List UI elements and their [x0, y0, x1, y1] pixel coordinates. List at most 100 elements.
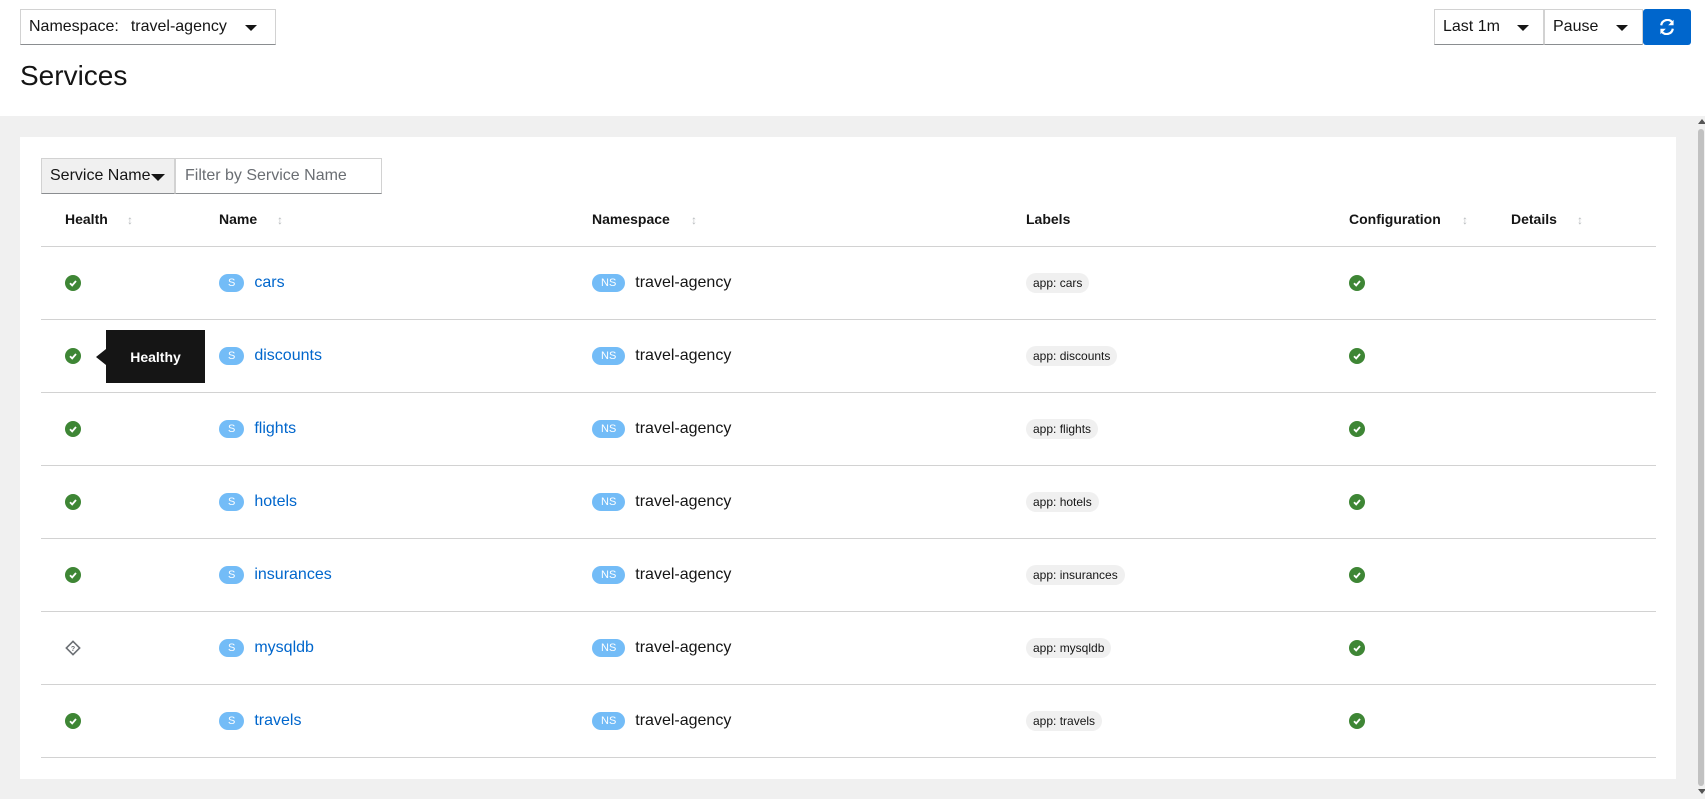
namespace-badge: NS — [592, 493, 626, 511]
column-header-health[interactable]: Health ↕ — [65, 211, 133, 227]
column-header-namespace-label: Namespace — [592, 211, 670, 227]
table-row: ? Smysqldb NS travel-agency app: mysqldb — [41, 612, 1656, 685]
configuration-cell — [1349, 685, 1365, 757]
labels-cell: app: hotels — [1026, 466, 1099, 538]
sort-icon: ↕ — [127, 213, 133, 227]
namespace-badge: NS — [592, 274, 626, 292]
time-range-select[interactable]: Last 1m — [1434, 9, 1544, 45]
config-valid-icon[interactable] — [1349, 275, 1365, 291]
filter-type-value: Service Name — [50, 167, 151, 184]
table-row: Sinsurances NS travel-agency app: insurance… — [41, 539, 1656, 612]
service-link[interactable]: travels — [254, 712, 301, 730]
namespace-badge: NS — [592, 420, 626, 438]
namespace-cell: NS travel-agency — [592, 685, 731, 757]
health-cell — [65, 247, 81, 319]
table-row: Sdiscounts NS travel-agency app: discounts — [41, 320, 1656, 393]
name-cell: Sinsurances — [219, 539, 332, 611]
labels-cell: app: travels — [1026, 685, 1103, 757]
caret-down-icon — [151, 174, 165, 181]
namespace-badge: NS — [592, 566, 626, 584]
healthy-icon[interactable] — [65, 713, 81, 729]
refresh-button[interactable] — [1643, 9, 1691, 45]
name-cell: Stravels — [219, 685, 301, 757]
namespace-cell: NS travel-agency — [592, 612, 731, 684]
filter-type-select[interactable]: Service Name — [41, 158, 175, 194]
service-link[interactable]: cars — [254, 274, 284, 292]
column-header-configuration[interactable]: Configuration ↕ — [1349, 211, 1468, 227]
config-valid-icon[interactable] — [1349, 713, 1365, 729]
filter-input[interactable] — [175, 158, 382, 194]
sort-icon: ↕ — [1577, 213, 1583, 227]
healthy-icon[interactable] — [65, 567, 81, 583]
unknown-health-icon[interactable]: ? — [65, 640, 81, 656]
config-valid-icon[interactable] — [1349, 640, 1365, 656]
label-chip: app: hotels — [1026, 492, 1099, 512]
table-row: Scars NS travel-agency app: cars — [41, 247, 1656, 320]
column-header-labels: Labels — [1026, 211, 1070, 227]
service-badge: S — [219, 639, 245, 657]
name-cell: Shotels — [219, 466, 297, 538]
labels-cell: app: discounts — [1026, 320, 1118, 392]
column-header-namespace[interactable]: Namespace ↕ — [592, 211, 697, 227]
namespace-badge: NS — [592, 639, 626, 657]
service-badge: S — [219, 274, 245, 292]
service-badge: S — [219, 347, 245, 365]
healthy-icon[interactable] — [65, 421, 81, 437]
config-valid-icon[interactable] — [1349, 494, 1365, 510]
namespace-text: travel-agency — [635, 566, 732, 583]
namespace-select[interactable]: Namespace: travel-agency — [20, 9, 276, 45]
caret-down-icon — [1616, 25, 1628, 31]
table-row: Stravels NS travel-agency app: travels — [41, 685, 1656, 758]
page-title: Services — [20, 60, 128, 91]
healthy-icon[interactable] — [65, 275, 81, 291]
namespace-cell: NS travel-agency — [592, 320, 731, 392]
namespace-cell: NS travel-agency — [592, 466, 731, 538]
label-chip: app: cars — [1026, 273, 1090, 293]
config-valid-icon[interactable] — [1349, 348, 1365, 364]
health-cell: ? — [65, 612, 81, 684]
health-cell — [65, 685, 81, 757]
label-chip: app: insurances — [1026, 565, 1125, 585]
namespace-cell: NS travel-agency — [592, 247, 731, 319]
namespace-badge: NS — [592, 712, 626, 730]
health-cell — [65, 466, 81, 538]
scroll-up-icon[interactable] — [1698, 119, 1705, 124]
service-badge: S — [219, 420, 245, 438]
config-valid-icon[interactable] — [1349, 421, 1365, 437]
namespace-badge: NS — [592, 347, 626, 365]
sort-icon: ↕ — [691, 213, 697, 227]
configuration-cell — [1349, 320, 1365, 392]
labels-cell: app: mysqldb — [1026, 612, 1112, 684]
healthy-icon[interactable] — [65, 348, 81, 364]
label-chip: app: travels — [1026, 711, 1103, 731]
sort-icon: ↕ — [1462, 213, 1468, 227]
name-cell: Smysqldb — [219, 612, 314, 684]
namespace-text: travel-agency — [635, 493, 732, 510]
refresh-interval-select[interactable]: Pause — [1544, 9, 1643, 45]
service-link[interactable]: flights — [254, 420, 296, 438]
service-link[interactable]: discounts — [254, 347, 322, 365]
table-header: Health ↕ Name ↕ Namespace ↕ Labels Confi… — [41, 199, 1656, 247]
column-header-details[interactable]: Details ↕ — [1511, 211, 1583, 227]
service-link[interactable]: mysqldb — [254, 639, 314, 657]
namespace-text: travel-agency — [635, 274, 732, 291]
health-cell — [65, 393, 81, 465]
column-header-configuration-label: Configuration — [1349, 211, 1441, 227]
service-badge: S — [219, 712, 245, 730]
configuration-cell — [1349, 247, 1365, 319]
scroll-down-icon[interactable] — [1698, 789, 1705, 794]
caret-down-icon — [245, 25, 257, 31]
healthy-icon[interactable] — [65, 494, 81, 510]
sort-icon: ↕ — [277, 213, 283, 227]
service-link[interactable]: insurances — [254, 566, 331, 584]
column-header-name[interactable]: Name ↕ — [219, 211, 283, 227]
namespace-cell: NS travel-agency — [592, 539, 731, 611]
service-link[interactable]: hotels — [254, 493, 297, 511]
scrollbar-thumb[interactable] — [1698, 129, 1704, 786]
config-valid-icon[interactable] — [1349, 567, 1365, 583]
refresh-interval-value: Pause — [1553, 18, 1599, 35]
namespace-select-label: Namespace: — [29, 18, 119, 35]
namespace-select-value: travel-agency — [130, 18, 227, 35]
labels-cell: app: insurances — [1026, 539, 1125, 611]
caret-down-icon — [1517, 25, 1529, 31]
